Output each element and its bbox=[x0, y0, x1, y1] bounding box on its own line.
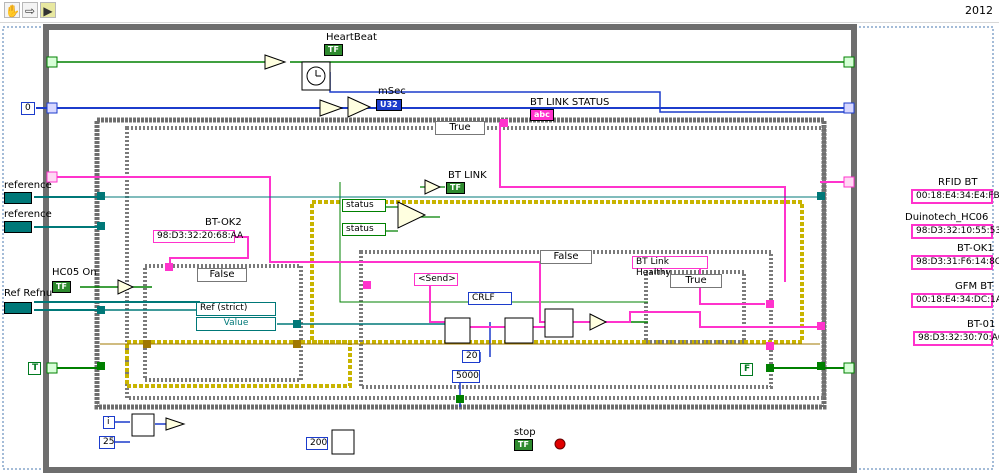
bt-ok2-label: BT-OK2 bbox=[205, 217, 242, 228]
heartbeat-label: HeartBeat bbox=[326, 32, 377, 43]
gfm-bt-constant[interactable]: 00:18:E4:34:DC:1A bbox=[911, 293, 999, 308]
gfm-bt-label: GFM BT bbox=[955, 281, 994, 292]
crlf-constant[interactable]: CRLF bbox=[468, 292, 512, 305]
ref-strict-node[interactable]: Ref (strict) bbox=[196, 302, 276, 316]
not-function-top bbox=[264, 54, 287, 70]
hc05-on-label: HC05 On bbox=[52, 267, 97, 278]
rfid-bt-constant[interactable]: 00:18:E4:34:E4:FB bbox=[911, 189, 999, 204]
diagram-svg bbox=[2, 24, 994, 473]
loop-tunnel-bottom bbox=[456, 395, 464, 403]
zero-constant[interactable]: 0 bbox=[21, 102, 35, 115]
not-function-mid bbox=[424, 179, 442, 195]
msec-indicator[interactable]: U32 bbox=[376, 99, 402, 111]
case-tunnel-pink-mid bbox=[363, 281, 371, 289]
reference-control-2[interactable] bbox=[4, 221, 32, 233]
case-selector-false-right[interactable]: False bbox=[540, 250, 592, 264]
duinotech-hc06-constant[interactable]: 98:D3:32:10:55:53 bbox=[911, 224, 999, 239]
toolbar: ✋ ⇨ ▶ 2012 bbox=[0, 0, 999, 23]
bt-link-status-indicator[interactable]: abc bbox=[530, 109, 554, 121]
visa-write-subvi bbox=[444, 317, 471, 344]
wire-pink-send bbox=[429, 284, 447, 323]
constant-20[interactable]: 20 bbox=[462, 350, 480, 363]
equal-zero-function bbox=[589, 313, 608, 331]
equal-zero-counter bbox=[165, 417, 186, 431]
version-label: 2012 bbox=[965, 4, 993, 17]
case-tunnel-green bbox=[766, 364, 774, 372]
reference-control-1[interactable] bbox=[4, 192, 32, 204]
shift-register-1 bbox=[97, 192, 105, 200]
match-pattern-subvi bbox=[544, 308, 574, 338]
block-diagram: HeartBeat TF mSec U32 BT LINK STATUS abc… bbox=[0, 22, 999, 475]
wait-ms-function bbox=[331, 429, 355, 455]
ref-refnum-control[interactable] bbox=[4, 302, 32, 314]
hand-icon[interactable]: ✋ bbox=[4, 2, 20, 18]
visa-read-subvi bbox=[504, 317, 534, 344]
tunnel-right-pink bbox=[843, 176, 855, 188]
stop-label: stop bbox=[514, 427, 536, 438]
case-selector-false-left[interactable]: False bbox=[197, 268, 247, 282]
stop-terminal[interactable]: TF bbox=[514, 439, 533, 451]
bt-ok1-label: BT-OK1 bbox=[957, 243, 994, 254]
shift-register-7 bbox=[817, 362, 825, 370]
heartbeat-indicator[interactable]: TF bbox=[324, 44, 343, 56]
bt-link-healthy-label[interactable]: BT Link Healthy bbox=[632, 256, 708, 278]
or-function bbox=[397, 201, 427, 229]
bt-01-constant[interactable]: 98:D3:32:30:70:A6 bbox=[913, 331, 999, 346]
bt-link-status-label: BT LINK STATUS bbox=[530, 97, 610, 108]
tunnel-left-bottom bbox=[46, 362, 58, 374]
reference-label-1: reference bbox=[4, 180, 52, 191]
run-icon[interactable]: ▶ bbox=[40, 2, 56, 18]
true-constant[interactable]: T bbox=[28, 362, 41, 375]
bt-link-label: BT LINK bbox=[448, 170, 487, 181]
status-unbundle-1[interactable]: status bbox=[342, 199, 386, 212]
case-tunnel-btok2 bbox=[165, 263, 173, 271]
iteration-terminal: i bbox=[103, 416, 115, 429]
bt-ok2-constant[interactable]: 98:D3:32:20:68:AA bbox=[153, 230, 243, 243]
bt-ok1-constant[interactable]: 98:D3:31:F6:14:8C bbox=[911, 255, 999, 270]
shift-register-2 bbox=[97, 222, 105, 230]
outer-dashed-frame bbox=[2, 26, 994, 470]
constant-5000[interactable]: 5000 bbox=[452, 370, 480, 383]
bt-01-label: BT-01 bbox=[967, 319, 996, 330]
tunnel-left-blue bbox=[46, 102, 58, 114]
shift-register-3 bbox=[97, 306, 105, 314]
tunnel-left-top bbox=[46, 56, 58, 68]
shift-register-5 bbox=[817, 192, 825, 200]
subtract-function bbox=[319, 99, 344, 117]
and-function bbox=[117, 279, 135, 295]
quotient-remainder bbox=[131, 413, 155, 437]
shift-register-4 bbox=[97, 362, 105, 370]
tunnel-right-top bbox=[843, 56, 855, 68]
wire-teal-refs bbox=[34, 196, 200, 311]
divide-function bbox=[347, 96, 372, 118]
false-constant[interactable]: F bbox=[740, 363, 753, 376]
case-selector-outer-true[interactable]: True bbox=[435, 121, 485, 135]
stop-button-led bbox=[554, 438, 566, 450]
send-constant[interactable]: <Send> bbox=[414, 273, 458, 286]
case-tunnel-error-r bbox=[293, 340, 301, 348]
msec-label: mSec bbox=[378, 86, 406, 97]
case-tunnel-error bbox=[143, 340, 151, 348]
tunnel-right-bottom bbox=[843, 362, 855, 374]
bt-link-indicator[interactable]: TF bbox=[446, 182, 465, 194]
case-tunnel-healthy bbox=[766, 300, 774, 308]
outer-while-loop bbox=[43, 24, 857, 473]
hc05-on-control[interactable]: TF bbox=[52, 281, 71, 293]
case-tunnel-pink-top bbox=[500, 119, 508, 127]
constant-25[interactable]: 25 bbox=[99, 436, 115, 449]
duinotech-hc06-label: Duinotech_HC06 bbox=[905, 212, 989, 223]
inner-while-loop bbox=[94, 117, 827, 410]
arrow-right-icon[interactable]: ⇨ bbox=[22, 2, 38, 18]
status-unbundle-2[interactable]: status bbox=[342, 223, 386, 236]
tunnel-right-blue bbox=[843, 102, 855, 114]
case-tunnel-right bbox=[766, 342, 774, 350]
case-tunnel-value bbox=[293, 320, 301, 328]
case-selector-true-inner[interactable]: True bbox=[670, 274, 722, 288]
ref-refnum-label: Ref Refnu bbox=[4, 288, 53, 299]
rfid-bt-label: RFID BT bbox=[938, 177, 978, 188]
reference-label-2: reference bbox=[4, 209, 52, 220]
shift-register-6 bbox=[817, 322, 825, 330]
constant-200[interactable]: 200 bbox=[306, 437, 328, 450]
value-property[interactable]: Value bbox=[196, 317, 276, 331]
